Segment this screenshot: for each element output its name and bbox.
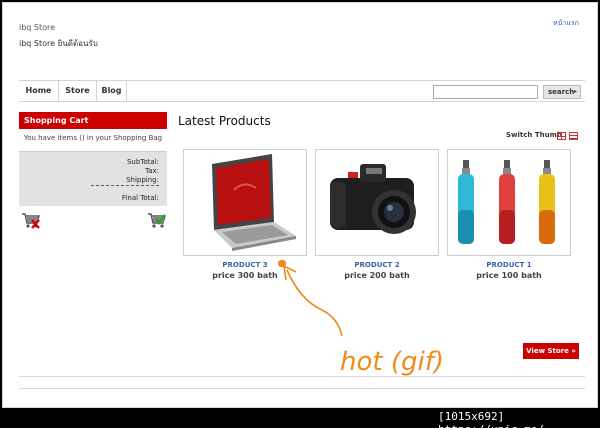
- watermark: [1015x692] https://upic.me/: [438, 410, 544, 428]
- main-nav: Home Store Blog search ▸: [19, 80, 585, 102]
- grid-view-icon[interactable]: [557, 132, 566, 140]
- view-store-button[interactable]: View Store »: [523, 343, 579, 359]
- subtotal-label: SubTotal:: [126, 158, 159, 166]
- home-link[interactable]: หน้าแรก: [553, 18, 579, 29]
- nav-store[interactable]: Store: [59, 81, 97, 101]
- footer-divider: [19, 388, 585, 389]
- cart-info: You have items () in your Shopping Bag: [23, 134, 163, 142]
- switch-thumb-label: Switch Thumb: [506, 131, 562, 139]
- search-button-label: search: [548, 88, 575, 96]
- cart-totals: SubTotal: Tax: Shipping: Final Total:: [19, 151, 167, 206]
- store-page: ibq Store ibq Store ยินดีต้อนรับ หน้าแรก…: [2, 2, 598, 408]
- tax-label: Tax:: [145, 167, 159, 175]
- cart-remove-icon[interactable]: [21, 212, 41, 230]
- cart-separator: [91, 185, 159, 186]
- nav-blog[interactable]: Blog: [97, 81, 127, 101]
- section-title: Latest Products: [178, 114, 271, 128]
- product-name[interactable]: PRODUCT 2: [315, 261, 439, 269]
- laptop-image: [212, 154, 296, 251]
- search-button[interactable]: search ▸: [543, 85, 581, 99]
- product-price: price 100 bath: [476, 271, 542, 280]
- product-card[interactable]: [447, 149, 571, 256]
- cart-title: Shopping Cart: [19, 112, 167, 129]
- bottles-image: [458, 160, 555, 244]
- camera-image: [330, 164, 416, 234]
- store-tagline: ibq Store ยินดีต้อนรับ: [19, 39, 98, 48]
- product-card[interactable]: [183, 149, 307, 256]
- product-name[interactable]: PRODUCT 1: [447, 261, 571, 269]
- search-input[interactable]: [433, 85, 538, 99]
- product-price: price 200 bath: [344, 271, 410, 280]
- product-card[interactable]: [315, 149, 439, 256]
- store-name: ibq Store: [19, 23, 56, 32]
- final-total-label: Final Total:: [121, 194, 159, 202]
- footer-divider: [19, 376, 585, 377]
- arrow-right-icon: ▸: [573, 88, 577, 95]
- hot-icon: [278, 260, 286, 267]
- shipping-label: Shipping:: [126, 176, 159, 184]
- nav-home[interactable]: Home: [19, 81, 59, 101]
- product-price: price 300 bath: [212, 271, 278, 280]
- cart-checkout-icon[interactable]: [147, 212, 167, 230]
- product-name[interactable]: PRODUCT 3: [183, 261, 307, 269]
- list-view-icon[interactable]: [569, 132, 578, 140]
